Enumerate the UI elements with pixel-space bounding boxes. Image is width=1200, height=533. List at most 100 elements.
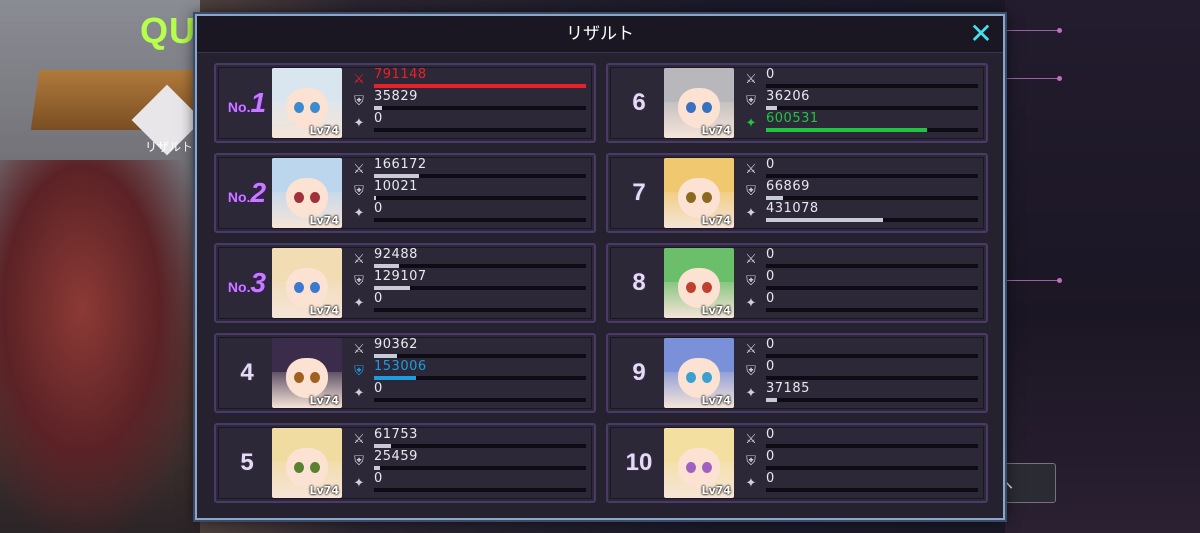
stat-bar-fill [374, 466, 381, 470]
stat-value: 0 [766, 67, 775, 82]
player-result-card: 9 Lv74 ⚔ 0 ⛨ 0 ✦ 37185 [606, 333, 988, 413]
character-portrait[interactable]: Lv74 [272, 248, 342, 318]
rank-number: 10 [625, 449, 653, 476]
sparkle-icon: ✦ [353, 206, 365, 221]
stat-value: 166172 [374, 157, 427, 172]
portrait-eye [310, 192, 320, 203]
stat-bar [766, 286, 978, 290]
stat-value: 66869 [766, 179, 810, 194]
stat-value: 0 [374, 111, 383, 126]
sparkle-icon: ✦ [745, 386, 757, 401]
rank-number: 3 [250, 267, 267, 298]
portrait-eye [310, 462, 320, 473]
portrait-eye [310, 372, 320, 383]
close-icon[interactable]: ✕ [967, 20, 995, 48]
sword-icon: ⚔ [745, 72, 757, 87]
decor-line [1000, 78, 1060, 79]
portrait-eye [702, 372, 712, 383]
rank-label: No.1 [220, 65, 274, 141]
stat-row: ⚔ 92488 [350, 247, 586, 271]
stat-bar [766, 308, 978, 312]
stat-value: 0 [374, 381, 383, 396]
rank-number: 9 [632, 359, 646, 386]
stat-bar [374, 196, 586, 200]
shield-icon: ⛨ [354, 94, 364, 109]
character-portrait[interactable]: Lv74 [272, 338, 342, 408]
stat-value: 90362 [374, 337, 418, 352]
portrait-eye [686, 372, 696, 383]
stat-value: 0 [766, 157, 775, 172]
shield-icon: ⛨ [354, 274, 364, 289]
stat-row: ✦ 0 [350, 111, 586, 135]
stat-row: ⚔ 0 [742, 67, 978, 91]
character-portrait[interactable]: Lv74 [664, 68, 734, 138]
stat-row: ⚔ 0 [742, 247, 978, 271]
rank-prefix: No. [227, 189, 251, 205]
stat-bar-fill [374, 84, 586, 88]
stat-value: 129107 [374, 269, 427, 284]
stat-list: ⚔ 791148 ⛨ 35829 ✦ 0 [350, 67, 586, 135]
sparkle-icon: ✦ [745, 116, 757, 131]
portrait-eye [310, 102, 320, 113]
stat-row: ✦ 0 [350, 201, 586, 225]
portrait-face [286, 358, 328, 398]
stat-row: ⛨ 153006 [350, 359, 586, 383]
stat-bar [374, 466, 586, 470]
stat-value: 0 [766, 449, 775, 464]
player-result-card: 5 Lv74 ⚔ 61753 ⛨ 25459 ✦ 0 [214, 423, 596, 503]
character-portrait[interactable]: Lv74 [664, 158, 734, 228]
stat-list: ⚔ 0 ⛨ 0 ✦ 0 [742, 247, 978, 315]
character-portrait[interactable]: Lv74 [272, 158, 342, 228]
stat-value: 0 [766, 471, 775, 486]
sparkle-icon: ✦ [353, 296, 365, 311]
stat-row: ⛨ 0 [742, 269, 978, 293]
portrait-face [678, 268, 720, 308]
rank-label: 5 [220, 425, 274, 501]
stat-row: ⛨ 129107 [350, 269, 586, 293]
sword-icon: ⚔ [353, 432, 365, 447]
stat-bar-fill [766, 218, 883, 222]
character-portrait[interactable]: Lv74 [664, 338, 734, 408]
stat-value: 0 [766, 359, 775, 374]
decor-line [1000, 280, 1060, 281]
character-portrait[interactable]: Lv74 [664, 428, 734, 498]
player-result-card: 8 Lv74 ⚔ 0 ⛨ 0 ✦ 0 [606, 243, 988, 323]
stat-list: ⚔ 90362 ⛨ 153006 ✦ 0 [350, 337, 586, 405]
portrait-face [286, 88, 328, 128]
player-result-card: No.2 Lv74 ⚔ 166172 ⛨ 10021 ✦ 0 [214, 153, 596, 233]
character-portrait[interactable]: Lv74 [664, 248, 734, 318]
modal-title: リザルト [566, 24, 634, 44]
character-portrait[interactable]: Lv74 [272, 428, 342, 498]
portrait-eye [702, 462, 712, 473]
sparkle-icon: ✦ [353, 386, 365, 401]
modal-header: リザルト [197, 16, 1003, 53]
rank-number: 7 [632, 179, 646, 206]
player-result-card: No.3 Lv74 ⚔ 92488 ⛨ 129107 ✦ 0 [214, 243, 596, 323]
stat-value: 0 [766, 427, 775, 442]
shield-icon: ⛨ [746, 274, 756, 289]
rank-label: 9 [612, 335, 666, 411]
stat-bar [766, 488, 978, 492]
sparkle-icon: ✦ [745, 476, 757, 491]
player-result-card: 7 Lv74 ⚔ 0 ⛨ 66869 ✦ 431078 [606, 153, 988, 233]
stat-list: ⚔ 0 ⛨ 0 ✦ 0 [742, 427, 978, 495]
result-modal: リザルト ✕ No.1 Lv74 ⚔ 791148 ⛨ 35829 ✦ 0 No.2 Lv74 ⚔ 1… [195, 14, 1005, 520]
stat-row: ⛨ 66869 [742, 179, 978, 203]
sword-icon: ⚔ [745, 162, 757, 177]
stat-bar-fill [766, 196, 783, 200]
stat-row: ✦ 600531 [742, 111, 978, 135]
portrait-eye [294, 192, 304, 203]
result-tab-label[interactable]: リザルト [145, 138, 193, 155]
sword-icon: ⚔ [353, 252, 365, 267]
character-portrait[interactable]: Lv74 [272, 68, 342, 138]
stat-value: 0 [766, 269, 775, 284]
stat-row: ✦ 0 [350, 291, 586, 315]
sword-icon: ⚔ [353, 72, 365, 87]
stat-bar [374, 174, 586, 178]
sword-icon: ⚔ [353, 342, 365, 357]
rank-number: 6 [632, 89, 646, 116]
sparkle-icon: ✦ [353, 116, 365, 131]
stat-value: 0 [374, 471, 383, 486]
shield-icon: ⛨ [354, 184, 364, 199]
player-result-card: 4 Lv74 ⚔ 90362 ⛨ 153006 ✦ 0 [214, 333, 596, 413]
